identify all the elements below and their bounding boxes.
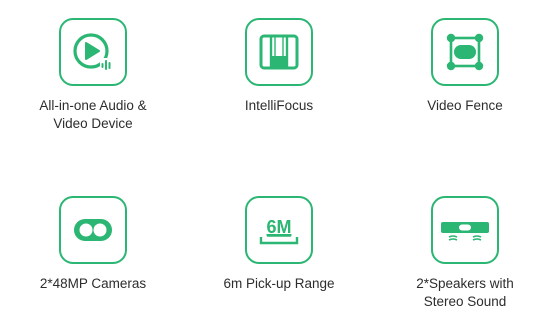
feature-label-line: 2*Speakers with: [416, 276, 514, 291]
feature-intellifocus: IntelliFocus: [186, 18, 372, 115]
feature-label-line: Video Fence: [427, 98, 503, 113]
feature-label: All-in-one Audio & Video Device: [39, 97, 146, 133]
pickup-range-icon-box: 6M: [245, 196, 313, 264]
feature-label-line: All-in-one Audio &: [39, 98, 147, 113]
video-fence-icon-box: [431, 18, 499, 86]
cameras-icon-box: [59, 196, 127, 264]
feature-label-line: Video Device: [53, 116, 133, 131]
audio-video-icon-box: [59, 18, 127, 86]
feature-label: 2*Speakers with Stereo Sound: [416, 275, 514, 311]
speakers-icon: [441, 222, 489, 241]
pickup-range-icon: 6M: [259, 217, 299, 245]
feature-audio-video-device: All-in-one Audio & Video Device: [0, 18, 186, 133]
feature-pickup-range: 6M 6m Pick-up Range: [186, 196, 372, 293]
feature-label-line: 6m Pick-up Range: [223, 276, 335, 291]
feature-label: IntelliFocus: [245, 97, 313, 115]
feature-speakers: 2*Speakers with Stereo Sound: [372, 196, 558, 311]
feature-label-line: IntelliFocus: [244, 98, 314, 113]
feature-label: 2*48MP Cameras: [40, 275, 146, 293]
speakers-icon-box: [431, 196, 499, 264]
video-fence-icon: [446, 33, 484, 71]
intellifocus-icon-box: [245, 18, 313, 86]
feature-label-line: 2*48MP Cameras: [39, 276, 147, 291]
pickup-range-icon-text: 6M: [266, 217, 291, 237]
feature-label: 6m Pick-up Range: [223, 275, 334, 293]
dual-camera-icon: [74, 219, 112, 241]
feature-label: Video Fence: [427, 97, 503, 115]
feature-label-line: Stereo Sound: [423, 294, 507, 309]
feature-cameras: 2*48MP Cameras: [0, 196, 186, 293]
feature-video-fence: Video Fence: [372, 18, 558, 115]
intellifocus-icon: [259, 34, 299, 70]
play-audio-icon: [73, 33, 113, 71]
